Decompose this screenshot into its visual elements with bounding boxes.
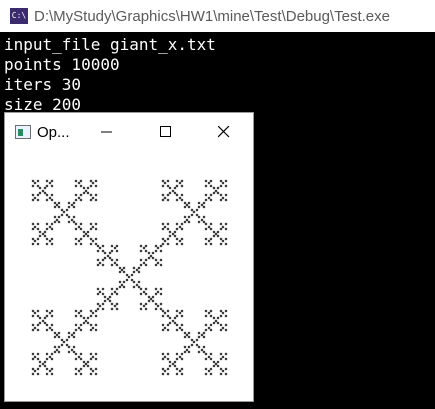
console-output: input_file giant_x.txt points 10000 iter… [4,35,216,115]
console-icon-text: C:\ [11,11,27,20]
minimize-button[interactable] [84,113,130,151]
opengl-window-title: Op... [37,123,70,141]
window-app-icon [15,125,31,139]
fractal-canvas [5,151,253,401]
console-titlebar[interactable]: C:\ D:\MyStudy\Graphics\HW1\mine\Test\De… [0,0,435,32]
console-app-icon: C:\ [10,8,28,24]
opengl-titlebar[interactable]: Op... [5,113,253,151]
console-line: iters 30 [4,75,82,94]
maximize-icon [160,126,171,137]
close-icon [218,126,230,138]
console-line: points 10000 [4,55,120,74]
console-line: input_file giant_x.txt [4,35,216,54]
maximize-button[interactable] [143,113,189,151]
console-title: D:\MyStudy\Graphics\HW1\mine\Test\Debug\… [34,7,390,25]
opengl-window: Op... [4,112,254,402]
close-button[interactable] [201,113,247,151]
minimize-icon [101,131,112,133]
